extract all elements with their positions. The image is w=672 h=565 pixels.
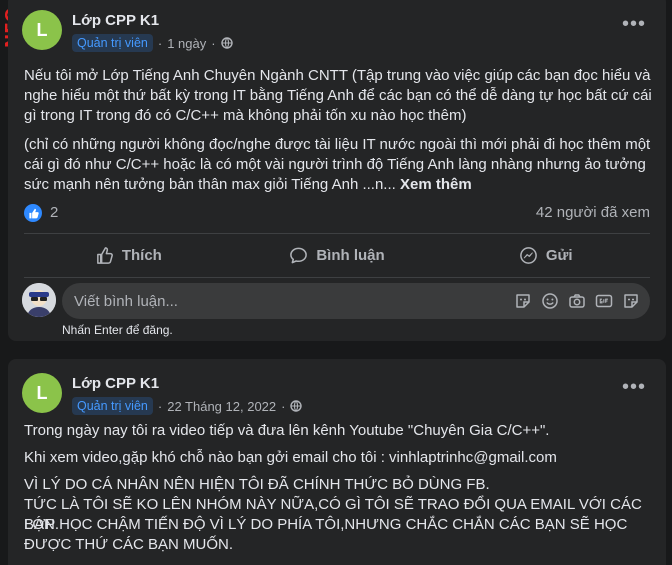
divider bbox=[24, 233, 650, 234]
separator-dot: · bbox=[281, 398, 286, 414]
comment-icon bbox=[290, 247, 308, 263]
user-avatar[interactable] bbox=[22, 283, 56, 317]
like-count[interactable]: 2 bbox=[50, 204, 58, 221]
enter-hint: Nhấn Enter để đăng. bbox=[62, 323, 173, 337]
gif-icon[interactable] bbox=[595, 292, 613, 310]
like-reaction-icon[interactable] bbox=[24, 204, 42, 222]
post-meta: Quản trị viên · 22 Tháng 12, 2022 · bbox=[72, 397, 303, 415]
post-card: L Lớp CPP K1 Quản trị viên · 1 ngày · ••… bbox=[8, 0, 666, 341]
camera-icon[interactable] bbox=[568, 292, 586, 310]
comment-button[interactable]: Bình luận bbox=[233, 239, 442, 271]
post-text: Khi xem video,gặp khó chỗ nào bạn gởi em… bbox=[24, 449, 557, 466]
more-options-icon[interactable]: ••• bbox=[622, 377, 646, 397]
post-header: L Lớp CPP K1 Quản trị viên · 22 Tháng 12… bbox=[22, 373, 666, 417]
like-icon bbox=[96, 246, 113, 264]
post-header: L Lớp CPP K1 Quản trị viên · 1 ngày · ••… bbox=[22, 10, 666, 54]
avatar-sticker-icon[interactable] bbox=[622, 292, 640, 310]
group-name[interactable]: Lớp CPP K1 bbox=[72, 375, 159, 392]
separator-dot: · bbox=[157, 398, 163, 414]
send-label: Gửi bbox=[545, 246, 573, 264]
seen-count[interactable]: 42 người đã xem bbox=[536, 204, 650, 221]
admin-badge[interactable]: Quản trị viên bbox=[72, 397, 153, 415]
separator-dot: · bbox=[157, 35, 163, 51]
group-name[interactable]: Lớp CPP K1 bbox=[72, 12, 159, 29]
globe-icon bbox=[220, 37, 233, 49]
globe-icon bbox=[290, 400, 303, 412]
separator-dot: · bbox=[211, 35, 216, 51]
post-card: L Lớp CPP K1 Quản trị viên · 22 Tháng 12… bbox=[8, 359, 666, 565]
group-avatar[interactable]: L bbox=[22, 10, 62, 50]
post-time[interactable]: 1 ngày bbox=[167, 36, 206, 51]
messenger-icon bbox=[519, 246, 537, 264]
composer-tools bbox=[514, 292, 640, 310]
post-text: Nếu tôi mở Lớp Tiếng Anh Chuyên Ngành CN… bbox=[24, 67, 652, 124]
more-options-icon[interactable]: ••• bbox=[622, 14, 646, 34]
admin-badge[interactable]: Quản trị viên bbox=[72, 34, 153, 52]
post-text-paragraph: (chỉ có những người không đọc/nghe được … bbox=[24, 136, 651, 193]
post-text: LỚP HỌC CHẬM TIẾN ĐỘ VÌ LÝ DO PHÍA TÔI,N… bbox=[24, 516, 628, 553]
post-text: Trong ngày nay tôi ra video tiếp và đưa … bbox=[24, 422, 550, 439]
emoji-icon[interactable] bbox=[541, 292, 559, 310]
sticker-icon[interactable] bbox=[514, 292, 532, 310]
divider bbox=[24, 277, 650, 278]
post-stats: 2 42 người đã xem bbox=[24, 203, 650, 223]
post-meta: Quản trị viên · 1 ngày · bbox=[72, 34, 233, 52]
post-text: VÌ LÝ DO CÁ NHÂN NÊN HIỆN TÔI ĐÃ CHÍNH T… bbox=[24, 476, 490, 493]
like-label: Thích bbox=[121, 246, 162, 264]
comment-label: Bình luận bbox=[316, 246, 385, 264]
post-text-continued: (chỉ có những người không đọc/nghe được … bbox=[24, 135, 652, 195]
send-button[interactable]: Gửi bbox=[441, 239, 650, 271]
comment-composer: Viết bình luận... bbox=[22, 283, 650, 319]
comment-input[interactable]: Viết bình luận... bbox=[62, 283, 650, 319]
group-avatar[interactable]: L bbox=[22, 373, 62, 413]
post-time[interactable]: 22 Tháng 12, 2022 bbox=[167, 399, 276, 414]
like-button[interactable]: Thích bbox=[24, 239, 233, 271]
see-more-link[interactable]: Xem thêm bbox=[400, 176, 472, 193]
comment-placeholder: Viết bình luận... bbox=[74, 292, 178, 310]
post-actions: Thích Bình luận Gửi bbox=[24, 239, 650, 271]
